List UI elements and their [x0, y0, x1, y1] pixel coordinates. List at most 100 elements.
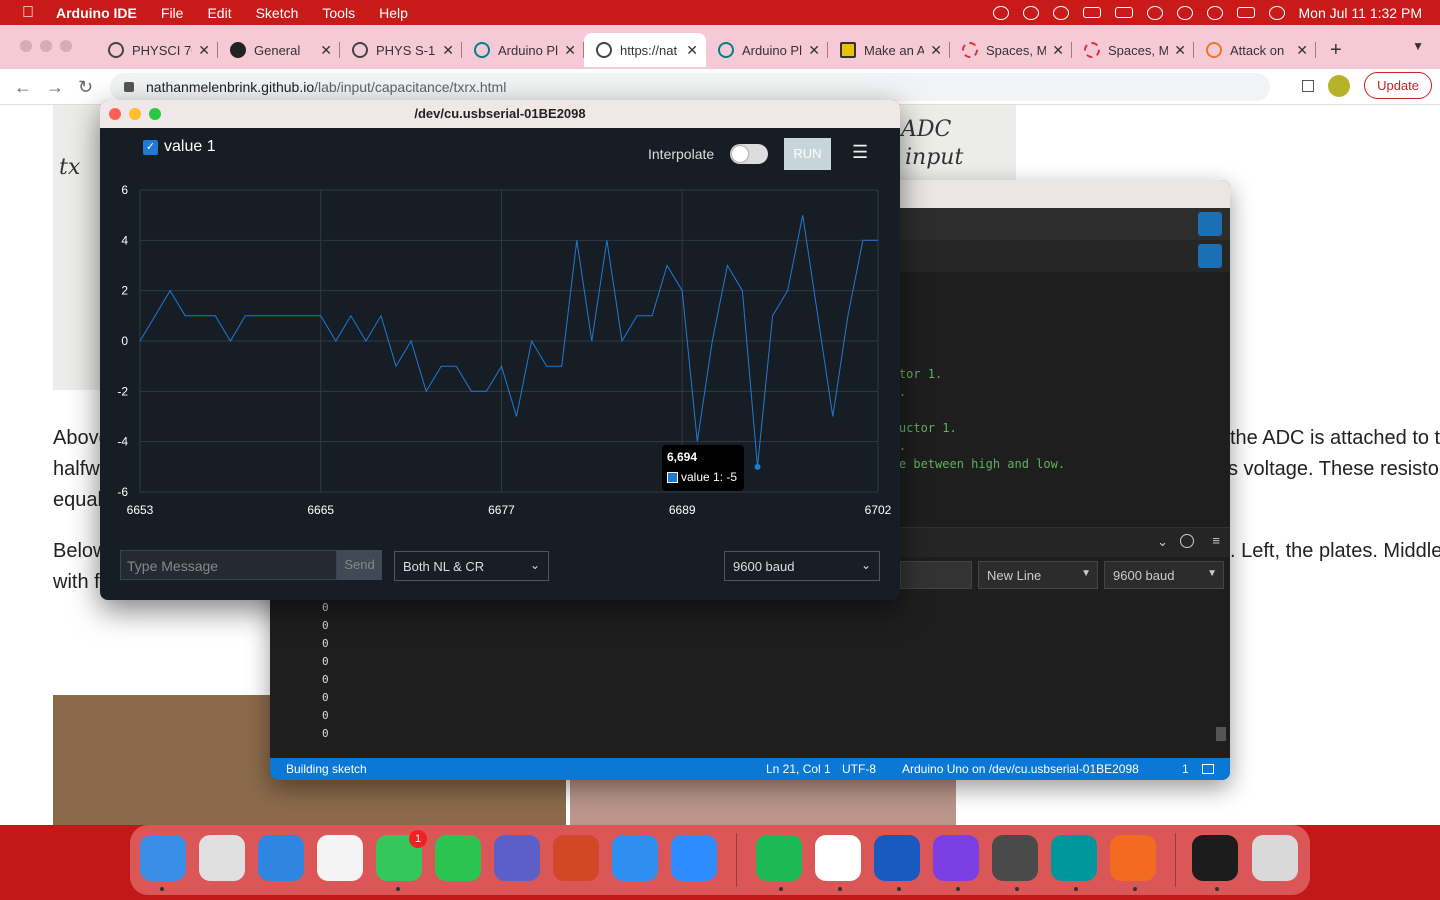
back-icon[interactable]: ← [14, 77, 32, 98]
close-window-button[interactable] [20, 40, 32, 52]
word-icon[interactable] [874, 835, 920, 881]
globe-icon [596, 42, 612, 58]
line-ending-select[interactable]: New Line ▼ [978, 561, 1098, 589]
play-icon[interactable] [1052, 5, 1069, 20]
minimize-window-button[interactable] [40, 40, 52, 52]
serial-monitor-icon[interactable] [1198, 212, 1222, 236]
menu-help[interactable]: Help [379, 5, 408, 21]
close-tab-icon[interactable]: ✕ [1052, 42, 1064, 59]
message-input[interactable]: Type Message [120, 550, 337, 580]
board-info[interactable]: Arduino Uno on /dev/cu.usbserial-01BE209… [902, 762, 1139, 776]
paragraph-text: s voltage. These resistors [1228, 458, 1440, 480]
creative-cloud-icon[interactable] [1022, 5, 1039, 20]
profile-avatar[interactable] [1328, 74, 1351, 97]
line-ending-select[interactable]: Both NL & CR ⌄ [394, 551, 549, 581]
browser-tab[interactable]: Arduino Pl ✕ [706, 33, 828, 67]
control-center-icon[interactable] [1236, 7, 1255, 18]
browser-tab[interactable]: Arduino Pl ✕ [462, 33, 584, 67]
zoom-window-button[interactable] [60, 40, 72, 52]
tab-dropdown-icon[interactable] [1198, 244, 1222, 268]
flag-icon[interactable] [1082, 7, 1101, 18]
teams-icon[interactable] [494, 835, 540, 881]
chrome-icon[interactable] [815, 835, 861, 881]
apple-icon[interactable]:  [0, 4, 56, 22]
close-tab-icon[interactable]: ✕ [930, 42, 942, 59]
terminal-icon[interactable] [1192, 835, 1238, 881]
notification-count[interactable]: 1 [1182, 762, 1189, 776]
menu-file[interactable]: File [161, 5, 184, 21]
fusion360-icon[interactable] [1110, 835, 1156, 881]
scrollbar[interactable] [1216, 727, 1226, 741]
close-tab-icon[interactable]: ✕ [442, 42, 454, 59]
browser-tab[interactable]: PHYSCI 70 ✕ [96, 33, 218, 67]
user-icon[interactable] [1176, 5, 1193, 20]
finder-icon[interactable] [140, 835, 186, 881]
battery-icon[interactable] [1114, 7, 1133, 18]
menu-sketch[interactable]: Sketch [256, 5, 299, 21]
messages-icon[interactable]: 1 [376, 830, 427, 881]
tooltip-value: value 1: -5 [681, 470, 738, 484]
close-tab-icon[interactable]: ✕ [1296, 42, 1308, 59]
trash-icon[interactable] [1252, 835, 1298, 881]
send-button[interactable]: Send [337, 550, 382, 580]
dock-separator [1175, 833, 1176, 887]
safari-icon[interactable] [258, 835, 304, 881]
browser-tab[interactable]: General ✕ [218, 33, 340, 67]
close-tab-icon[interactable]: ✕ [808, 42, 820, 59]
facetime-icon[interactable] [435, 835, 481, 881]
close-tab-icon[interactable]: ✕ [686, 42, 698, 59]
close-tab-icon[interactable]: ✕ [564, 42, 576, 59]
update-button[interactable]: Update [1364, 72, 1432, 99]
menu-edit[interactable]: Edit [207, 5, 231, 21]
browser-tab[interactable]: Spaces, M ✕ [1072, 33, 1194, 67]
wifi-icon[interactable] [1146, 5, 1163, 20]
spotlight-search-icon[interactable] [1206, 5, 1223, 20]
running-indicator [1015, 887, 1019, 891]
sublime-icon[interactable] [992, 835, 1038, 881]
close-tab-icon[interactable]: ✕ [320, 42, 332, 59]
forward-icon[interactable]: → [46, 77, 64, 98]
chevron-down-icon[interactable]: ⌄ [1157, 534, 1168, 550]
encoding[interactable]: UTF-8 [842, 762, 876, 776]
powerpoint-icon[interactable] [553, 835, 599, 881]
clock-icon[interactable] [1180, 534, 1194, 548]
arduino-icon[interactable] [1051, 835, 1097, 881]
lock-icon[interactable] [124, 82, 134, 92]
new-tab-icon[interactable]: + [1330, 39, 1342, 62]
browser-tab[interactable]: Spaces, M ✕ [950, 33, 1072, 67]
x-tick-label: 6665 [307, 503, 334, 517]
browser-tab[interactable]: PHYS S-12 ✕ [340, 33, 462, 67]
menu-app-name[interactable]: Arduino IDE [56, 5, 137, 21]
running-indicator [779, 887, 783, 891]
baud-rate-select[interactable]: 9600 baud ⌄ [724, 551, 880, 581]
figure-input-label: input [905, 145, 964, 170]
browser-tab[interactable]: Attack on ✕ [1194, 33, 1316, 67]
zoom-icon[interactable] [671, 835, 717, 881]
menu-tools[interactable]: Tools [322, 5, 355, 21]
tab-search-icon[interactable]: ▼ [1412, 39, 1424, 53]
grammarly-icon[interactable] [992, 5, 1009, 20]
baud-rate-select[interactable]: 9600 baud ▼ [1104, 561, 1224, 589]
y-tick-label: -6 [117, 485, 128, 499]
address-bar[interactable]: nathanmelenbrink.github.io/lab/input/cap… [110, 73, 1270, 101]
launchpad-icon[interactable] [199, 835, 245, 881]
browser-tab[interactable]: Make an A ✕ [828, 33, 950, 67]
menu-clock[interactable]: Mon Jul 11 1:32 PM [1299, 5, 1422, 21]
close-tab-icon[interactable]: ✕ [198, 42, 210, 59]
photos-icon[interactable] [317, 835, 363, 881]
siri-icon[interactable] [1268, 5, 1285, 20]
github-desktop-icon[interactable] [933, 835, 979, 881]
browser-tab-active[interactable]: https://nat ✕ [584, 33, 706, 67]
close-tab-icon[interactable]: ✕ [1174, 42, 1186, 59]
spotify-icon[interactable] [756, 835, 802, 881]
cursor-position[interactable]: Ln 21, Col 1 [766, 762, 831, 776]
figure-adc-label: ADC [901, 117, 952, 142]
clear-output-icon[interactable]: ≡ [1212, 533, 1220, 548]
running-indicator [1215, 887, 1219, 891]
sidebar-icon[interactable] [1302, 79, 1315, 92]
reload-icon[interactable]: ↻ [78, 77, 93, 98]
mail-icon[interactable] [612, 835, 658, 881]
crunchyroll-icon [1206, 42, 1222, 58]
panel-toggle-icon[interactable] [1202, 764, 1214, 774]
serial-message-input[interactable] [900, 561, 972, 589]
